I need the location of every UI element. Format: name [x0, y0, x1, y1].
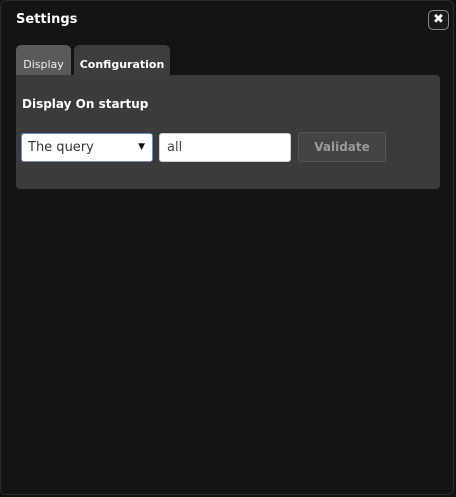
- validate-button-label: Validate: [314, 140, 370, 154]
- query-input-value: all: [167, 140, 183, 155]
- startup-select-value: The query: [28, 140, 94, 155]
- dropdown-arrow-icon: ▼: [138, 142, 145, 152]
- close-icon: ✖: [433, 12, 444, 27]
- tab-display-label: Display: [23, 58, 64, 71]
- settings-dialog: Settings ✖ Display Configuration Display…: [0, 0, 454, 495]
- tab-configuration[interactable]: Configuration: [74, 45, 170, 75]
- dialog-title: Settings: [16, 12, 78, 27]
- tab-configuration-label: Configuration: [79, 58, 165, 71]
- tab-display[interactable]: Display: [16, 45, 71, 75]
- display-panel: Display On startup The query ▼ all Valid…: [16, 75, 440, 189]
- validate-button[interactable]: Validate: [298, 132, 386, 162]
- section-label: Display On startup: [22, 97, 149, 111]
- startup-select[interactable]: The query ▼: [21, 133, 153, 162]
- close-button[interactable]: ✖: [428, 10, 449, 30]
- query-input[interactable]: all: [159, 133, 291, 162]
